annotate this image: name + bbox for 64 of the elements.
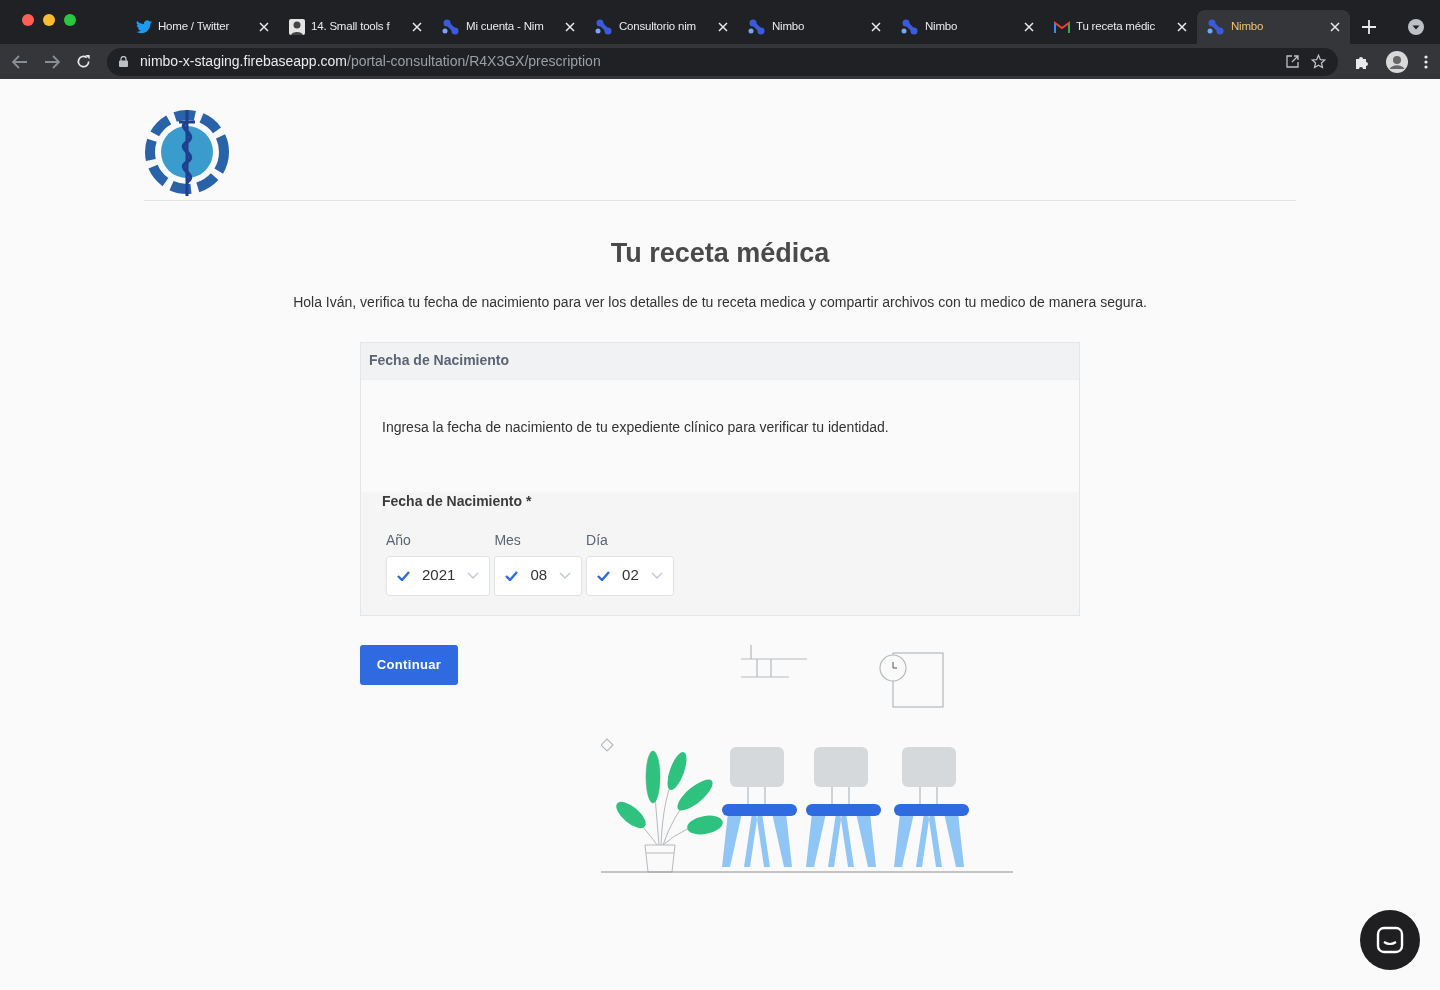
browser-tab[interactable]: Home / Twitter xyxy=(126,10,279,44)
open-external-icon[interactable] xyxy=(1286,55,1299,68)
dots-logo-icon xyxy=(1207,19,1225,35)
page-title: Tu receta médica xyxy=(610,237,830,270)
select-label: Mes xyxy=(494,530,522,550)
browser-tab[interactable]: Tu receta médic xyxy=(1044,10,1197,44)
tab-title: Home / Twitter xyxy=(158,19,230,35)
card-header-title: Fecha de Nacimiento xyxy=(369,351,510,370)
close-icon[interactable] xyxy=(259,22,269,32)
browser-tab[interactable]: Mi cuenta - Nim xyxy=(432,10,585,44)
close-window-icon[interactable] xyxy=(22,14,34,26)
select-label: Día xyxy=(586,530,609,550)
tab-title: Nimbo xyxy=(925,19,958,35)
chevron-down-icon xyxy=(650,571,663,580)
intro-text: Hola Iván, verifica tu fecha de nacimiento para ver los detalles de tu receta medica y compartir archivos con tu medico de manera segura. xyxy=(293,292,1147,312)
reload-icon[interactable] xyxy=(76,54,91,69)
browser-tab[interactable]: Consultorio nim xyxy=(585,10,738,44)
lock-icon xyxy=(119,56,128,67)
chat-button[interactable] xyxy=(1360,910,1420,970)
mail-icon xyxy=(1054,21,1070,33)
close-icon[interactable] xyxy=(1330,22,1340,32)
close-icon[interactable] xyxy=(1177,22,1187,32)
dots-logo-icon xyxy=(901,19,919,35)
close-icon[interactable] xyxy=(412,22,422,32)
select-label: Año xyxy=(386,530,412,550)
date-select[interactable]: 08 xyxy=(494,555,583,596)
dots-logo-icon xyxy=(442,19,460,35)
date-select[interactable]: 02 xyxy=(586,555,674,596)
tab-title: Nimbo xyxy=(772,19,805,35)
close-icon[interactable] xyxy=(1024,22,1034,32)
field-label: Fecha de Nacimiento * xyxy=(382,491,533,510)
description-text: Ingresa la fecha de nacimiento de tu expediente clínico para verificar tu identidad. xyxy=(382,417,889,437)
tab-title: Consultorio nim xyxy=(619,19,696,35)
portrait-icon xyxy=(289,19,305,35)
continue-button[interactable]: Continuar xyxy=(360,644,458,685)
date-select[interactable]: 2021 xyxy=(386,555,491,596)
star-icon[interactable] xyxy=(1311,54,1326,69)
dots-logo-icon xyxy=(595,19,613,35)
tab-title: Tu receta médic xyxy=(1076,19,1156,35)
dropdown-icon[interactable] xyxy=(1408,19,1424,35)
dots-logo-icon xyxy=(748,19,766,35)
browser-tab[interactable]: Nimbo xyxy=(1197,10,1350,44)
bird-icon xyxy=(136,20,152,34)
back-icon[interactable] xyxy=(12,54,28,69)
browser-tab[interactable]: 14. Small tools f xyxy=(279,10,432,44)
maximize-window-icon[interactable] xyxy=(64,14,76,26)
browser-tab[interactable]: Nimbo xyxy=(891,10,1044,44)
url-text: nimbo-x-staging.firebaseapp.com/portal-consultation/R4X3GX/prescription xyxy=(140,52,601,71)
chevron-down-icon xyxy=(467,571,480,580)
tab-title: Nimbo xyxy=(1231,19,1264,35)
menu-icon[interactable] xyxy=(1424,54,1428,69)
close-icon[interactable] xyxy=(871,22,881,32)
close-icon[interactable] xyxy=(718,22,728,32)
chevron-down-icon xyxy=(559,571,572,580)
minimize-window-icon[interactable] xyxy=(43,14,55,26)
profile-avatar-icon[interactable] xyxy=(1386,50,1408,73)
new-tab-icon[interactable] xyxy=(1362,20,1376,34)
forward-icon[interactable] xyxy=(44,54,60,69)
tab-title: Mi cuenta - Nim xyxy=(466,19,544,35)
close-icon[interactable] xyxy=(565,22,575,32)
address-bar[interactable]: nimbo-x-staging.firebaseapp.com/portal-consultation/R4X3GX/prescription xyxy=(107,47,1338,76)
tab-title: 14. Small tools f xyxy=(311,19,390,35)
chat-icon xyxy=(1376,926,1404,954)
browser-tab[interactable]: Nimbo xyxy=(738,10,891,44)
